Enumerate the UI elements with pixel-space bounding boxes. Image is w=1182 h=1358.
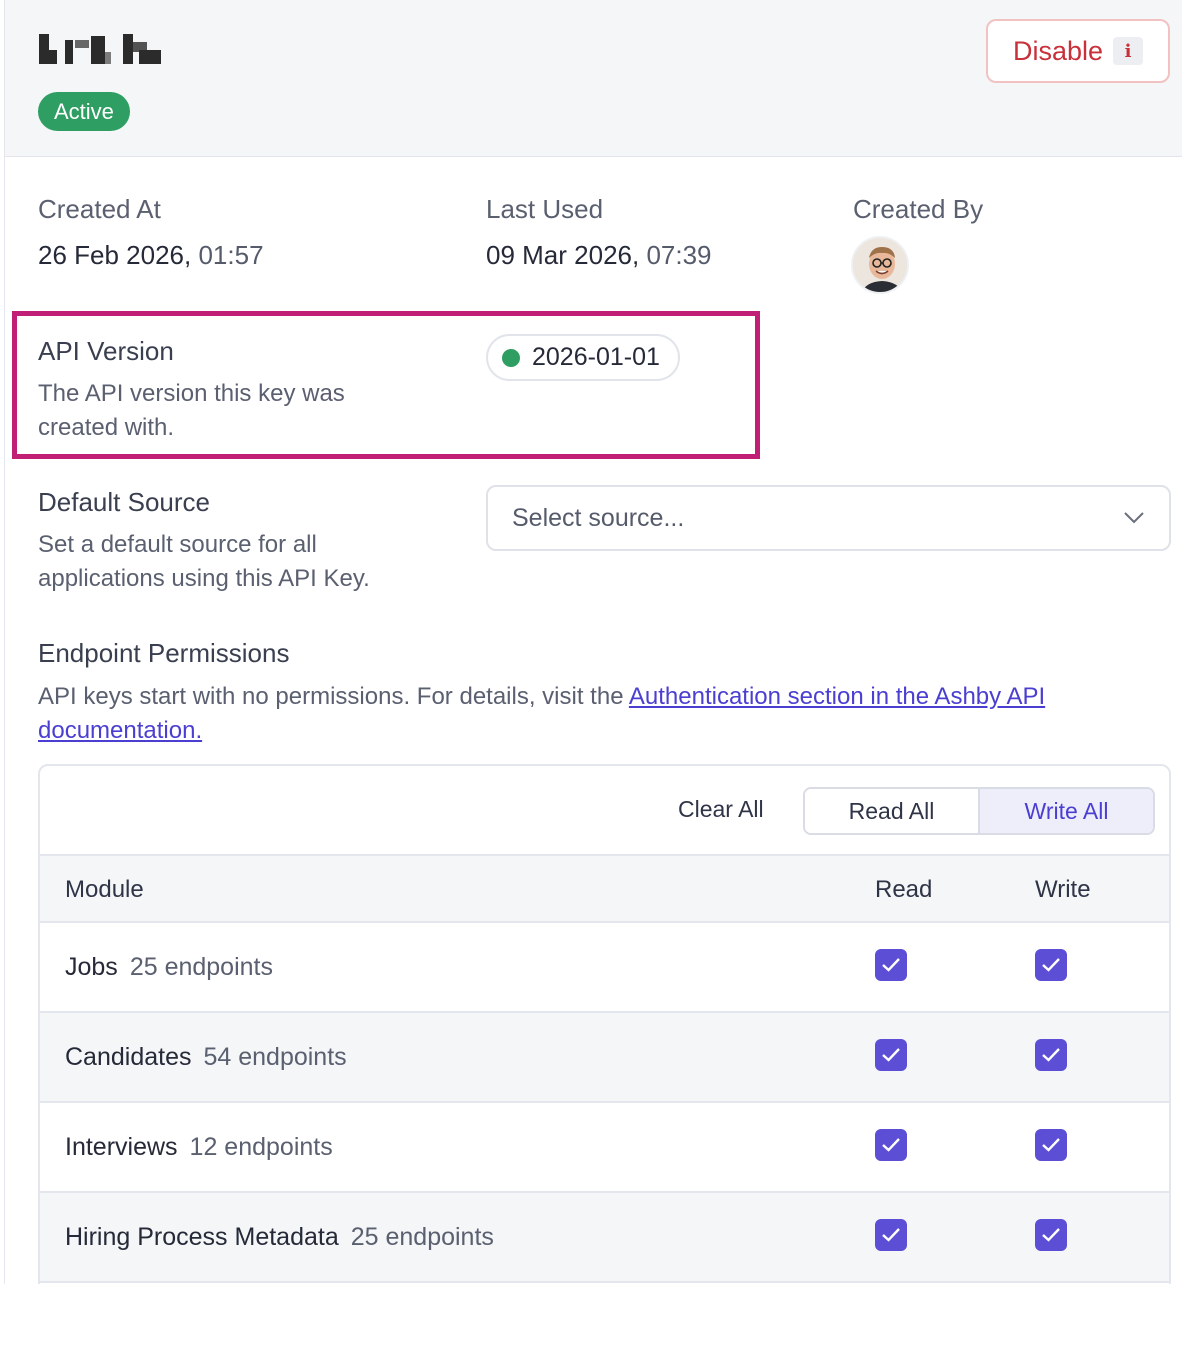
module-cell: Jobs 25 endpoints: [65, 953, 273, 982]
permissions-table: Clear All Read All Write All Module Read…: [38, 764, 1171, 1284]
bulk-permission-toggle: Read All Write All: [803, 787, 1155, 835]
read-checkbox[interactable]: [875, 1039, 907, 1071]
endpoint-permissions-title: Endpoint Permissions: [38, 638, 290, 668]
endpoint-count: 54 endpoints: [203, 1043, 347, 1071]
module-name: Jobs: [65, 953, 118, 981]
last-used-date: 09 Mar 2026,: [486, 240, 640, 270]
chevron-down-icon: [1124, 512, 1144, 524]
status-badge: Active: [38, 92, 130, 131]
write-checkbox[interactable]: [1035, 1129, 1067, 1161]
read-checkbox[interactable]: [875, 949, 907, 981]
endpoint-permissions-description: API keys start with no permissions. For …: [38, 680, 1128, 748]
user-avatar-icon: [853, 238, 907, 292]
module-cell: Candidates 54 endpoints: [65, 1043, 347, 1072]
last-used-time: 07:39: [646, 240, 712, 270]
checkmark-icon: [882, 1138, 900, 1152]
module-cell: Hiring Process Metadata 25 endpoints: [65, 1223, 494, 1252]
endpoint-permissions-text: API keys start with no permissions. For …: [38, 683, 629, 710]
module-name: Interviews: [65, 1133, 178, 1161]
checkmark-icon: [882, 1228, 900, 1242]
read-checkbox[interactable]: [875, 1129, 907, 1161]
column-header-read: Read: [875, 876, 933, 903]
table-row: Interviews 12 endpoints: [40, 1103, 1169, 1193]
default-source-select[interactable]: Select source...: [486, 485, 1171, 551]
permissions-toolbar: Clear All Read All Write All: [40, 766, 1169, 856]
default-source-title: Default Source: [38, 487, 210, 517]
api-version-title: API Version: [38, 336, 174, 366]
endpoint-count: 25 endpoints: [350, 1223, 494, 1251]
column-header-module: Module: [65, 876, 144, 903]
checkmark-icon: [1042, 1228, 1060, 1242]
redacted-key-name: [39, 34, 163, 64]
write-checkbox[interactable]: [1035, 1039, 1067, 1071]
module-name: Hiring Process Metadata: [65, 1223, 339, 1251]
column-header-write: Write: [1035, 876, 1091, 903]
module-name: Candidates: [65, 1043, 192, 1071]
created-by-label: Created By: [853, 194, 984, 224]
checkmark-icon: [882, 958, 900, 972]
table-row: Jobs 25 endpoints: [40, 923, 1169, 1013]
table-row: Hiring Process Metadata 25 endpoints: [40, 1193, 1169, 1283]
status-dot-icon: [502, 348, 520, 367]
checkmark-icon: [1042, 1138, 1060, 1152]
read-all-button[interactable]: Read All: [805, 789, 980, 833]
api-key-detail-panel: Active Disable i Created At 26 Feb 2026,…: [4, 0, 1182, 1284]
clear-all-button[interactable]: Clear All: [678, 796, 764, 823]
write-checkbox[interactable]: [1035, 1219, 1067, 1251]
disable-button[interactable]: Disable i: [986, 19, 1170, 83]
write-all-button[interactable]: Write All: [980, 789, 1153, 833]
table-header: Module Read Write: [40, 856, 1169, 923]
last-used-value: 09 Mar 2026, 07:39: [486, 240, 712, 271]
api-version-value: 2026-01-01: [532, 343, 660, 371]
creator-avatar[interactable]: [851, 236, 909, 294]
default-source-description: Set a default source for all application…: [38, 531, 370, 592]
created-at-time: 01:57: [198, 240, 264, 270]
last-used-label: Last Used: [486, 194, 604, 224]
keyboard-shortcut-badge: i: [1113, 37, 1144, 65]
endpoint-count: 12 endpoints: [189, 1133, 333, 1161]
api-version-pill: 2026-01-01: [486, 334, 680, 381]
write-checkbox[interactable]: [1035, 949, 1067, 981]
checkmark-icon: [882, 1048, 900, 1062]
module-cell: Interviews 12 endpoints: [65, 1133, 333, 1162]
checkmark-icon: [1042, 1048, 1060, 1062]
checkmark-icon: [1042, 958, 1060, 972]
created-at-date: 26 Feb 2026,: [38, 240, 192, 270]
created-at-value: 26 Feb 2026, 01:57: [38, 240, 264, 271]
read-checkbox[interactable]: [875, 1219, 907, 1251]
endpoint-count: 25 endpoints: [129, 953, 273, 981]
api-key-header: Active Disable i: [5, 0, 1182, 157]
api-version-description: The API version this key was created wit…: [38, 380, 345, 441]
default-source-placeholder: Select source...: [512, 503, 685, 532]
disable-button-label: Disable: [1012, 35, 1104, 66]
table-row: Candidates 54 endpoints: [40, 1013, 1169, 1103]
created-at-label: Created At: [38, 194, 161, 224]
